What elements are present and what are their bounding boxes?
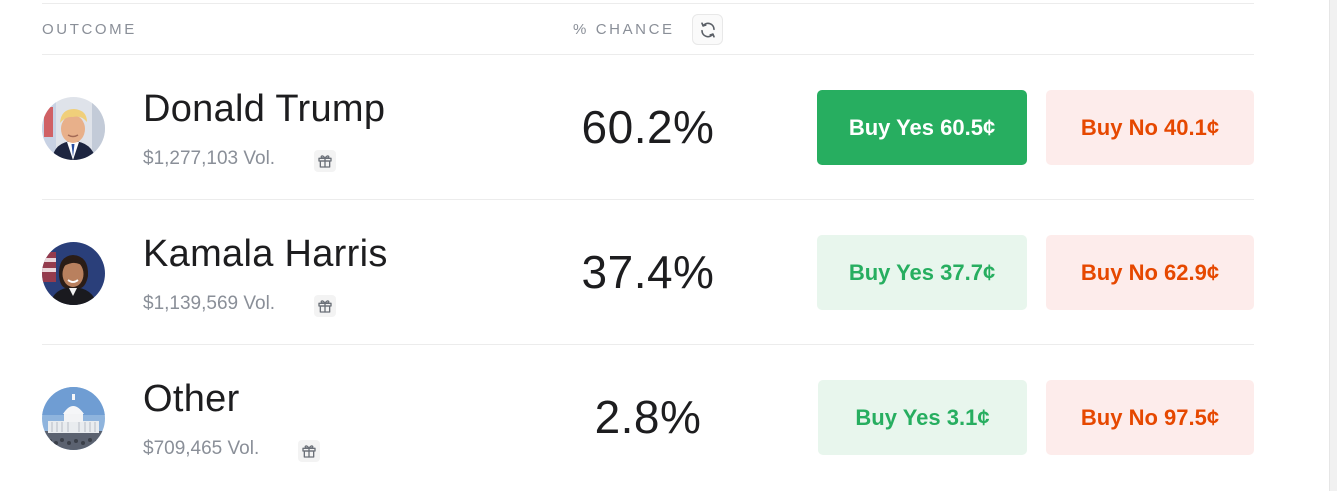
buy-no-button[interactable]: Buy No 62.9¢ <box>1046 235 1254 310</box>
buy-yes-button[interactable]: Buy Yes 60.5¢ <box>817 90 1027 165</box>
column-header-chance: % CHANCE <box>573 21 675 38</box>
buy-no-button[interactable]: Buy No 97.5¢ <box>1046 380 1254 455</box>
outcome-volume: $1,139,569 Vol. <box>143 293 276 314</box>
outcome-name[interactable]: Other <box>143 378 240 421</box>
outcome-chance: 37.4% <box>581 246 715 298</box>
buy-no-button[interactable]: Buy No 40.1¢ <box>1046 90 1254 165</box>
outcome-volume: $1,277,103 Vol. <box>143 148 276 169</box>
market-outcomes-page: OUTCOME % CHANCE Donald Trump $1,277,103… <box>0 0 1337 491</box>
refresh-icon <box>700 21 715 38</box>
outcome-chance: 60.2% <box>581 101 715 153</box>
outcome-name[interactable]: Kamala Harris <box>143 233 388 276</box>
avatar <box>42 97 105 160</box>
gift-icon[interactable] <box>298 440 320 462</box>
table-header: OUTCOME % CHANCE <box>42 4 1254 55</box>
refresh-button[interactable] <box>692 14 723 45</box>
gift-icon[interactable] <box>314 295 336 317</box>
buy-yes-button[interactable]: Buy Yes 37.7¢ <box>817 235 1027 310</box>
column-header-outcome: OUTCOME <box>42 21 137 38</box>
gift-icon[interactable] <box>314 150 336 172</box>
outcome-row[interactable]: Kamala Harris $1,139,569 Vol. 37.4% Buy … <box>42 200 1254 345</box>
outcome-name[interactable]: Donald Trump <box>143 88 385 131</box>
outcome-row[interactable]: Other $709,465 Vol. 2.8% Buy Yes 3.1¢ Bu… <box>42 345 1254 490</box>
scrollbar[interactable] <box>1329 0 1337 491</box>
outcome-chance: 2.8% <box>594 391 702 443</box>
outcome-row[interactable]: Donald Trump $1,277,103 Vol. 60.2% Buy Y… <box>42 55 1254 200</box>
avatar <box>42 387 105 450</box>
buy-yes-button[interactable]: Buy Yes 3.1¢ <box>818 380 1027 455</box>
avatar <box>42 242 105 305</box>
outcome-volume: $709,465 Vol. <box>143 438 260 459</box>
